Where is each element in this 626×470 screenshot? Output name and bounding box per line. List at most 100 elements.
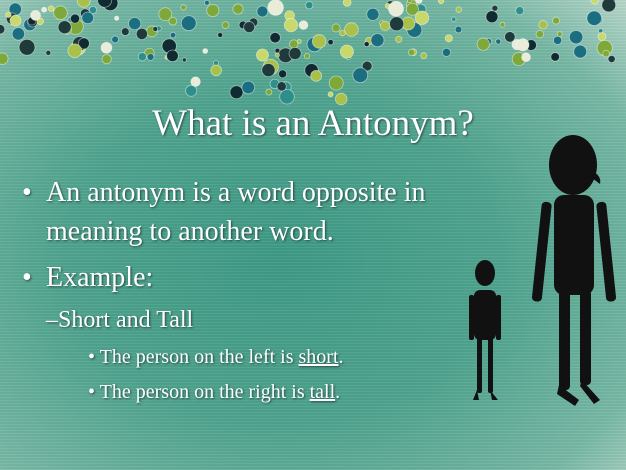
bead bbox=[504, 31, 516, 43]
bead bbox=[169, 31, 177, 39]
bead bbox=[298, 20, 309, 30]
bead bbox=[120, 27, 130, 36]
bead bbox=[444, 34, 453, 43]
silhouettes-image bbox=[469, 135, 617, 406]
bead bbox=[339, 44, 354, 59]
text: . bbox=[335, 381, 341, 403]
bead bbox=[407, 0, 413, 3]
bead bbox=[181, 57, 187, 63]
bead bbox=[204, 0, 210, 6]
sub-bullet-text: Short and Tall bbox=[58, 307, 194, 333]
sub-bullet: –Short and Tall bbox=[46, 307, 193, 334]
bead bbox=[476, 37, 490, 51]
bead bbox=[180, 4, 187, 11]
bead bbox=[202, 48, 209, 54]
bead bbox=[229, 85, 244, 100]
bead bbox=[342, 0, 352, 7]
sub-sub-bullet-right: • The person on the right is tall. bbox=[88, 381, 340, 404]
bead bbox=[388, 0, 404, 17]
text: The person on the right is bbox=[99, 381, 310, 403]
bead bbox=[47, 5, 55, 12]
bead bbox=[114, 15, 120, 21]
bead bbox=[420, 52, 428, 60]
bead bbox=[41, 6, 48, 13]
bead bbox=[311, 34, 327, 49]
bullet-marker: • bbox=[22, 177, 32, 208]
bead bbox=[232, 3, 244, 15]
bead bbox=[495, 38, 502, 45]
bead bbox=[70, 13, 81, 24]
bead bbox=[568, 30, 584, 45]
bead bbox=[289, 39, 299, 49]
bead bbox=[550, 52, 560, 62]
bead bbox=[67, 43, 83, 58]
bead bbox=[53, 5, 68, 20]
bead bbox=[538, 20, 548, 30]
bead bbox=[135, 27, 148, 41]
bead bbox=[389, 16, 405, 32]
bead bbox=[206, 3, 220, 18]
bead bbox=[81, 11, 95, 25]
bead bbox=[221, 21, 230, 29]
bead bbox=[256, 5, 269, 18]
bead bbox=[137, 52, 147, 62]
bead bbox=[269, 32, 281, 44]
short-person-silhouette bbox=[469, 260, 501, 400]
text: . bbox=[338, 346, 344, 368]
bead bbox=[101, 54, 112, 65]
bead bbox=[305, 1, 314, 10]
bead bbox=[590, 0, 599, 5]
bead bbox=[407, 48, 416, 57]
bead bbox=[283, 18, 299, 33]
bullet-text-line2: meaning to another word. bbox=[46, 216, 334, 247]
bead bbox=[573, 44, 588, 59]
bead bbox=[516, 38, 530, 52]
bead bbox=[241, 80, 256, 95]
bead bbox=[455, 6, 462, 13]
bullet-text: Example: bbox=[46, 262, 154, 293]
bead bbox=[328, 75, 344, 91]
bead bbox=[146, 53, 155, 61]
bead bbox=[485, 10, 499, 24]
bullet-text-line1: An antonym is a word opposite in bbox=[46, 177, 426, 208]
beaded-dots-border bbox=[0, 0, 617, 106]
bead bbox=[454, 25, 463, 34]
bead bbox=[288, 47, 302, 61]
dash-marker: – bbox=[46, 307, 58, 333]
bullet-example: • Example: bbox=[22, 262, 153, 294]
bead bbox=[256, 48, 269, 62]
bead bbox=[414, 10, 430, 25]
bead bbox=[185, 84, 198, 97]
bead bbox=[278, 69, 288, 79]
underlined-word: short bbox=[298, 346, 339, 368]
bead bbox=[128, 17, 142, 31]
bead bbox=[267, 0, 284, 16]
bead bbox=[597, 32, 607, 41]
bead bbox=[57, 20, 72, 35]
tall-person-silhouette bbox=[531, 135, 617, 406]
bead bbox=[521, 52, 531, 63]
bead bbox=[111, 35, 119, 44]
bead bbox=[76, 0, 91, 8]
bullet-marker: • bbox=[88, 346, 96, 368]
bead bbox=[0, 52, 9, 65]
bead bbox=[11, 27, 26, 41]
bead bbox=[331, 23, 341, 33]
bead bbox=[499, 21, 506, 28]
bead bbox=[210, 64, 222, 77]
bead bbox=[30, 10, 41, 21]
bead bbox=[168, 16, 178, 26]
bead bbox=[602, 49, 610, 58]
bead bbox=[152, 26, 159, 32]
bead bbox=[327, 91, 334, 98]
bullet-marker: • bbox=[88, 381, 96, 403]
bead bbox=[327, 39, 334, 46]
bead bbox=[415, 0, 423, 4]
bead bbox=[553, 35, 563, 45]
bead bbox=[45, 49, 52, 56]
bead bbox=[601, 0, 617, 13]
bead bbox=[441, 47, 452, 57]
bead bbox=[310, 69, 323, 82]
bead bbox=[344, 22, 359, 37]
bead bbox=[515, 6, 525, 16]
